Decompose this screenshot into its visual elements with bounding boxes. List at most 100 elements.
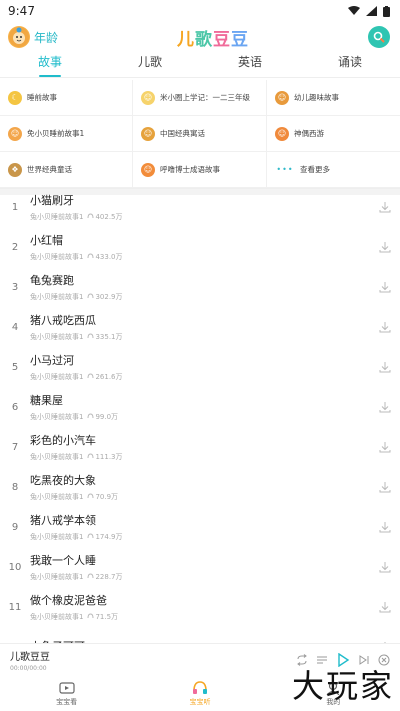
headphones-small-icon (87, 373, 94, 379)
watermark: 大玩家 (291, 667, 394, 705)
category-label: 世界经典童话 (27, 165, 72, 174)
story-meta: 兔小贝睡前故事1 335.1万 (30, 332, 370, 342)
download-button[interactable] (370, 561, 400, 573)
story-row[interactable]: 10 我敢一个人睡 兔小贝睡前故事1 228.7万 (0, 547, 400, 587)
category-item[interactable]: ☺ 呼噜博士成语故事 (133, 152, 267, 188)
story-info: 龟兔赛跑 兔小贝睡前故事1 302.9万 (30, 273, 370, 302)
category-item[interactable]: ☺ 中国经典寓话 (133, 116, 267, 152)
story-row[interactable]: 11 做个橡皮泥爸爸 兔小贝睡前故事1 71.5万 (0, 587, 400, 627)
logo-char: 歌 (195, 29, 213, 50)
nav-watch[interactable]: 宝宝看 (0, 681, 133, 707)
tab-english[interactable]: 英语 (200, 51, 300, 77)
story-source: 兔小贝睡前故事1 (30, 412, 84, 421)
player-title: 儿歌豆豆 (10, 652, 50, 663)
story-row[interactable]: 5 小马过河 兔小贝睡前故事1 261.6万 (0, 347, 400, 387)
story-source: 兔小贝睡前故事1 (30, 572, 84, 581)
story-list: 1 小猫刷牙 兔小贝睡前故事1 402.5万 2 小红帽 兔小贝睡前故事1 433.0万 3 龟兔… (0, 187, 400, 643)
headphones-small-icon (87, 453, 94, 459)
category-item[interactable]: ☺ 米小圈上学记：一二三年级 (133, 80, 267, 116)
download-button[interactable] (370, 401, 400, 413)
headphones-small-icon (87, 493, 94, 499)
category-label: 神偶西游 (294, 129, 324, 138)
story-meta: 兔小贝睡前故事1 228.7万 (30, 572, 370, 582)
play-count-value: 261.6万 (95, 372, 123, 381)
story-meta: 兔小贝睡前故事1 70.9万 (30, 492, 370, 502)
download-button[interactable] (370, 481, 400, 493)
download-button[interactable] (370, 241, 400, 253)
story-info: 猪八戒吃西瓜 兔小贝睡前故事1 335.1万 (30, 313, 370, 342)
story-row[interactable]: 8 吃黑夜的大象 兔小贝睡前故事1 70.9万 (0, 467, 400, 507)
tab-recitation[interactable]: 诵读 (300, 51, 400, 77)
logo-char: 儿 (177, 29, 195, 50)
play-count-value: 433.0万 (95, 252, 123, 261)
story-info: 小马过河 兔小贝睡前故事1 261.6万 (30, 353, 370, 382)
tab-stories[interactable]: 故事 (0, 51, 100, 77)
story-meta: 兔小贝睡前故事1 302.9万 (30, 292, 370, 302)
play-count: 71.5万 (87, 612, 118, 622)
age-selector[interactable]: 年龄 (8, 26, 58, 48)
download-button[interactable] (370, 201, 400, 213)
nav-label: 宝宝听 (189, 697, 211, 706)
story-row[interactable]: 6 糖果屋 兔小贝睡前故事1 99.0万 (0, 387, 400, 427)
story-row[interactable]: 7 彩色的小汽车 兔小贝睡前故事1 111.3万 (0, 427, 400, 467)
story-row[interactable]: 2 小红帽 兔小贝睡前故事1 433.0万 (0, 227, 400, 267)
download-button[interactable] (370, 281, 400, 293)
download-icon (379, 282, 391, 293)
story-number: 1 (11, 201, 19, 213)
category-label: 呼噜博士成语故事 (160, 165, 220, 174)
status-bar: 9:47 (0, 0, 400, 22)
story-meta: 兔小贝睡前故事1 261.6万 (30, 372, 370, 382)
download-button[interactable] (370, 601, 400, 613)
signal-icon (366, 6, 377, 16)
story-number: 5 (11, 361, 19, 373)
play-count: 402.5万 (87, 212, 123, 222)
story-source: 兔小贝睡前故事1 (30, 332, 84, 341)
status-time: 9:47 (8, 4, 35, 18)
story-title: 糖果屋 (30, 393, 63, 407)
play-count-value: 71.5万 (95, 612, 119, 621)
status-icons (348, 5, 390, 17)
category-item[interactable]: ☺ 幼儿趣味故事 (267, 80, 400, 116)
story-row[interactable]: 9 猪八戒学本领兔小贝睡前故事1 174.9万 (0, 507, 400, 547)
search-button[interactable] (367, 26, 390, 48)
tab-songs[interactable]: 儿歌 (100, 51, 200, 77)
headphones-small-icon (87, 573, 94, 579)
category-grid: ☾ 睡前故事 ☺ 米小圈上学记：一二三年级 ☺ 幼儿趣味故事 ☺ 免小贝睡前故事1 ☺ 中国经典寓… (0, 80, 400, 189)
download-icon (379, 402, 391, 413)
nav-listen[interactable]: 宝宝听 (133, 680, 266, 707)
story-row[interactable]: 4 猪八戒吃西瓜 兔小贝睡前故事1 335.1万 (0, 307, 400, 347)
age-label: 年龄 (34, 30, 59, 45)
story-row[interactable]: 12小兔子可可 (0, 627, 400, 643)
story-info: 我敢一个人睡 兔小贝睡前故事1 228.7万 (30, 553, 370, 582)
monkey-avatar-icon (8, 26, 30, 48)
play-count-value: 174.9万 (95, 532, 123, 541)
story-number: 9 (11, 521, 19, 533)
story-title: 做个橡皮泥爸爸 (30, 593, 107, 607)
player-time: 00:00/00:00 (10, 665, 47, 672)
nav-label: 宝宝看 (56, 697, 78, 706)
category-item[interactable]: ☺ 神偶西游 (267, 116, 400, 152)
download-button[interactable] (370, 321, 400, 333)
search-icon (373, 31, 385, 43)
download-button[interactable] (370, 441, 400, 453)
story-number: 6 (11, 401, 19, 413)
download-button[interactable] (370, 521, 400, 533)
story-source: 兔小贝睡前故事1 (30, 532, 84, 541)
moon-icon: ☾ (8, 90, 22, 105)
story-info: 小红帽 兔小贝睡前故事1 433.0万 (30, 233, 370, 262)
category-item[interactable]: ••• 查看更多 (267, 152, 400, 188)
category-label: 查看更多 (300, 165, 330, 174)
story-title: 猪八戒学本领 (30, 513, 96, 527)
play-count-value: 111.3万 (95, 452, 123, 461)
headphones-small-icon (87, 253, 94, 259)
top-bar: 年龄 儿歌豆豆 (0, 22, 400, 52)
category-item[interactable]: ☺ 免小贝睡前故事1 (0, 116, 133, 152)
download-button[interactable] (370, 361, 400, 373)
story-row[interactable]: 1 小猫刷牙 兔小贝睡前故事1 402.5万 (0, 187, 400, 227)
category-item[interactable]: ❖ 世界经典童话 (0, 152, 133, 188)
story-info: 小猫刷牙 兔小贝睡前故事1 402.5万 (30, 193, 370, 222)
story-row[interactable]: 3 龟兔赛跑 兔小贝睡前故事1 302.9万 (0, 267, 400, 307)
play-count: 174.9万 (87, 532, 123, 542)
play-count-value: 402.5万 (95, 212, 123, 221)
category-item[interactable]: ☾ 睡前故事 (0, 80, 133, 116)
